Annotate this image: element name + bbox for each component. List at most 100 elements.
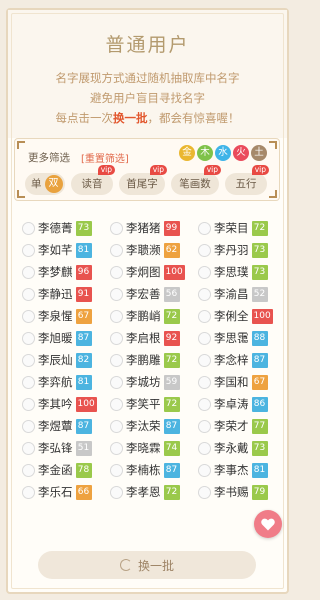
- vip-badge: vip: [251, 165, 269, 175]
- name-item[interactable]: 李念梓 87: [198, 349, 284, 371]
- select-radio[interactable]: [110, 419, 123, 433]
- select-radio[interactable]: [198, 397, 211, 411]
- select-radio[interactable]: [22, 331, 35, 345]
- name-item[interactable]: 李静迅 91: [22, 283, 110, 305]
- select-radio[interactable]: [198, 485, 211, 499]
- name-item[interactable]: 李弘锋 51: [22, 437, 110, 459]
- name-item[interactable]: 李弈航 81: [22, 371, 110, 393]
- name-item[interactable]: 李晓霖 74: [110, 437, 198, 459]
- select-radio[interactable]: [110, 375, 123, 389]
- select-radio[interactable]: [22, 353, 35, 367]
- select-radio[interactable]: [198, 309, 211, 323]
- select-radio[interactable]: [198, 265, 211, 279]
- select-radio[interactable]: [22, 265, 35, 279]
- name-item[interactable]: 李城坊 59: [110, 371, 198, 393]
- filter-option-0[interactable]: 读音 vip: [71, 165, 115, 195]
- name-item[interactable]: 李俐全 100: [198, 305, 284, 327]
- name-item[interactable]: 李卓涛 86: [198, 393, 284, 415]
- name-item[interactable]: 李思霭 88: [198, 327, 284, 349]
- select-radio[interactable]: [110, 353, 123, 367]
- select-radio[interactable]: [110, 243, 123, 257]
- element-3-button[interactable]: 火: [233, 145, 249, 161]
- score-badge: 81: [251, 462, 268, 478]
- select-radio[interactable]: [110, 331, 123, 345]
- filter-option-label: 笔画数: [179, 178, 211, 190]
- name-item[interactable]: 李楠栋 87: [110, 459, 198, 481]
- name-item[interactable]: 李煜蕈 87: [22, 415, 110, 437]
- select-radio[interactable]: [198, 353, 211, 367]
- select-radio[interactable]: [198, 243, 211, 257]
- name-item[interactable]: 李汰荣 87: [110, 415, 198, 437]
- select-radio[interactable]: [110, 485, 123, 499]
- element-2-button[interactable]: 水: [215, 145, 231, 161]
- name-item[interactable]: 李鹏峭 72: [110, 305, 198, 327]
- dual-label[interactable]: 双: [44, 175, 63, 193]
- select-radio[interactable]: [110, 441, 123, 455]
- element-0-button[interactable]: 金: [179, 145, 195, 161]
- select-radio[interactable]: [110, 309, 123, 323]
- name-item[interactable]: 李鹏雕 72: [110, 349, 198, 371]
- select-radio[interactable]: [198, 463, 211, 477]
- reset-filter-button[interactable]: [重置筛选]: [81, 150, 129, 165]
- name-item[interactable]: 李辰灿 82: [22, 349, 110, 371]
- name-item[interactable]: 李荣才 77: [198, 415, 284, 437]
- name-item[interactable]: 李丹羽 73: [198, 239, 284, 261]
- corner-ornament: [269, 190, 277, 198]
- filter-option-1[interactable]: 首尾字 vip: [119, 165, 167, 195]
- select-radio[interactable]: [22, 309, 35, 323]
- select-radio[interactable]: [198, 331, 211, 345]
- select-radio[interactable]: [22, 485, 35, 499]
- single-dual-toggle[interactable]: 单 双: [25, 173, 65, 195]
- name-item[interactable]: 李笑平 72: [110, 393, 198, 415]
- element-4-button[interactable]: 土: [251, 145, 267, 161]
- name-item[interactable]: 李孝恩 72: [110, 481, 198, 503]
- name-item[interactable]: 李德菁 73: [22, 217, 110, 239]
- select-radio[interactable]: [198, 441, 211, 455]
- name-item[interactable]: 李思璞 73: [198, 261, 284, 283]
- select-radio[interactable]: [110, 265, 123, 279]
- name-item[interactable]: 李荣目 72: [198, 217, 284, 239]
- select-radio[interactable]: [22, 243, 35, 257]
- select-radio[interactable]: [22, 375, 35, 389]
- name-item[interactable]: 李如芊 81: [22, 239, 110, 261]
- more-filter-label: 更多筛选: [28, 152, 70, 164]
- name-item[interactable]: 李乐石 66: [22, 481, 110, 503]
- filter-option-2[interactable]: 笔画数 vip: [171, 165, 221, 195]
- select-radio[interactable]: [198, 419, 211, 433]
- select-radio[interactable]: [198, 375, 211, 389]
- name-item[interactable]: 李事杰 81: [198, 459, 284, 481]
- name-item[interactable]: 李永戴 73: [198, 437, 284, 459]
- name-item[interactable]: 李梦麒 96: [22, 261, 110, 283]
- name-item[interactable]: 李国和 67: [198, 371, 284, 393]
- filter-option-3[interactable]: 五行 vip: [225, 165, 269, 195]
- element-1-button[interactable]: 木: [197, 145, 213, 161]
- name-item[interactable]: 李旭暖 87: [22, 327, 110, 349]
- select-radio[interactable]: [22, 287, 35, 301]
- score-badge: 87: [163, 462, 180, 478]
- select-radio[interactable]: [198, 221, 211, 235]
- select-radio[interactable]: [198, 287, 211, 301]
- name-item[interactable]: 李泉惺 67: [22, 305, 110, 327]
- select-radio[interactable]: [22, 397, 35, 411]
- name-item[interactable]: 李渝昌 52: [198, 283, 284, 305]
- favorites-button[interactable]: [254, 510, 282, 538]
- name-item[interactable]: 李启根 92: [110, 327, 198, 349]
- select-radio[interactable]: [22, 419, 35, 433]
- name-item[interactable]: 李炯图 100: [110, 261, 198, 283]
- select-radio[interactable]: [22, 463, 35, 477]
- filter-panel: 更多筛选 [重置筛选] 金木水火土 单 双 读音 vip 首尾字 vip 笔画数 vip 五…: [14, 138, 280, 201]
- score-badge: 51: [75, 440, 92, 456]
- name-item[interactable]: 李金函 78: [22, 459, 110, 481]
- select-radio[interactable]: [22, 221, 35, 235]
- name-item[interactable]: 李聩濒 62: [110, 239, 198, 261]
- select-radio[interactable]: [110, 463, 123, 477]
- select-radio[interactable]: [22, 441, 35, 455]
- select-radio[interactable]: [110, 221, 123, 235]
- name-item[interactable]: 李其吟 100: [22, 393, 110, 415]
- name-item[interactable]: 李书赐 79: [198, 481, 284, 503]
- select-radio[interactable]: [110, 287, 123, 301]
- name-item[interactable]: 李猪猪 99: [110, 217, 198, 239]
- name-item[interactable]: 李宏善 56: [110, 283, 198, 305]
- refresh-batch-button[interactable]: 换一批: [38, 551, 256, 579]
- select-radio[interactable]: [110, 397, 123, 411]
